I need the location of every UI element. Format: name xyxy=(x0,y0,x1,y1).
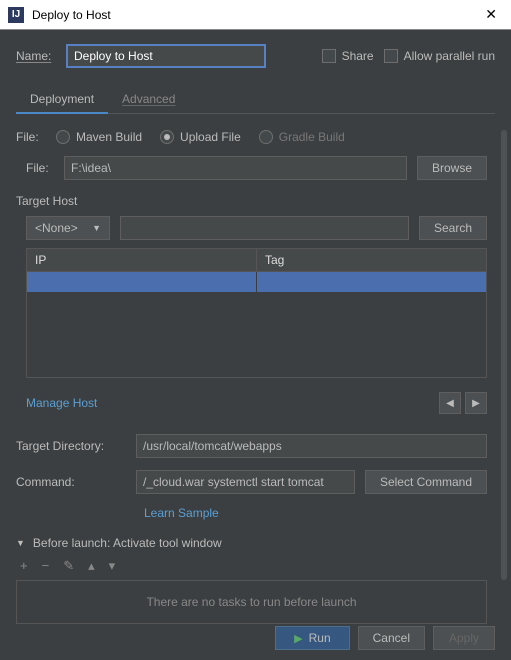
host-table: IP Tag xyxy=(26,248,487,378)
name-label: Name: xyxy=(16,49,56,63)
host-search-input[interactable] xyxy=(120,216,409,240)
tab-advanced[interactable]: Advanced xyxy=(108,86,189,113)
radio-gradle[interactable]: Gradle Build xyxy=(259,130,345,144)
titlebar: IJ Deploy to Host ✕ xyxy=(0,0,511,30)
down-icon[interactable]: ▾ xyxy=(109,558,116,574)
chevron-down-icon: ▼ xyxy=(92,223,101,233)
file-input[interactable] xyxy=(64,156,407,180)
command-label: Command: xyxy=(16,475,126,489)
cancel-button[interactable]: Cancel xyxy=(358,626,425,650)
search-button[interactable]: Search xyxy=(419,216,487,240)
nav-prev-button[interactable]: ◀ xyxy=(439,392,461,414)
table-row[interactable] xyxy=(27,272,486,292)
app-icon: IJ xyxy=(8,7,24,23)
host-dropdown[interactable]: <None> ▼ xyxy=(26,216,110,240)
tab-deployment[interactable]: Deployment xyxy=(16,86,108,114)
window-title: Deploy to Host xyxy=(32,8,479,22)
tabs: Deployment Advanced xyxy=(16,86,495,114)
no-tasks-message: There are no tasks to run before launch xyxy=(16,580,487,624)
before-launch-toggle[interactable]: ▼ Before launch: Activate tool window xyxy=(16,536,487,550)
run-button[interactable]: ▶ Run xyxy=(275,626,349,650)
learn-sample-link[interactable]: Learn Sample xyxy=(144,506,219,520)
target-host-label: Target Host xyxy=(16,194,487,208)
parallel-checkbox[interactable] xyxy=(384,49,398,63)
share-checkbox[interactable] xyxy=(322,49,336,63)
filetype-label: File: xyxy=(16,130,46,144)
nav-next-button[interactable]: ▶ xyxy=(465,392,487,414)
add-icon[interactable]: + xyxy=(20,558,28,574)
close-icon[interactable]: ✕ xyxy=(479,6,503,23)
apply-button[interactable]: Apply xyxy=(433,626,495,650)
target-dir-label: Target Directory: xyxy=(16,439,126,453)
command-input[interactable] xyxy=(136,470,355,494)
share-label: Share xyxy=(342,49,374,63)
up-icon[interactable]: ▴ xyxy=(88,558,95,574)
radio-maven[interactable]: Maven Build xyxy=(56,130,142,144)
disclosure-icon: ▼ xyxy=(16,538,25,548)
manage-host-link[interactable]: Manage Host xyxy=(26,396,97,410)
name-input[interactable] xyxy=(66,44,266,68)
target-dir-input[interactable] xyxy=(136,434,487,458)
select-command-button[interactable]: Select Command xyxy=(365,470,487,494)
scrollbar[interactable] xyxy=(501,130,507,580)
radio-upload[interactable]: Upload File xyxy=(160,130,241,144)
col-tag[interactable]: Tag xyxy=(257,249,486,271)
file-label: File: xyxy=(26,161,54,175)
browse-button[interactable]: Browse xyxy=(417,156,487,180)
parallel-label: Allow parallel run xyxy=(404,49,495,63)
col-ip[interactable]: IP xyxy=(27,249,257,271)
remove-icon[interactable]: − xyxy=(42,558,50,574)
edit-icon[interactable]: ✎ xyxy=(63,558,74,574)
play-icon: ▶ xyxy=(294,632,302,645)
